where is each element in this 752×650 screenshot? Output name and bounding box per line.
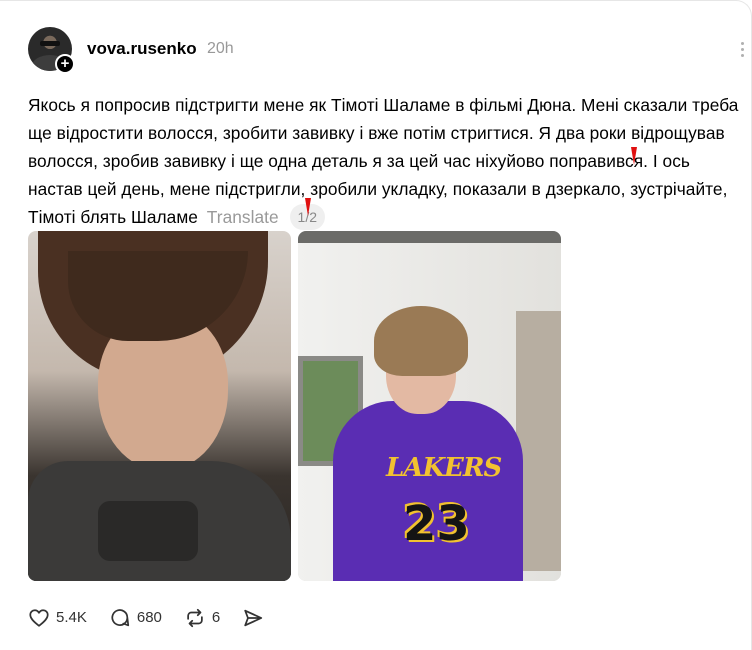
repost-button[interactable]: 6 — [184, 607, 220, 629]
avatar-glasses — [40, 41, 60, 46]
action-bar: 5.4K 680 6 — [28, 605, 292, 631]
more-icon[interactable] — [741, 42, 749, 57]
username[interactable]: vova.rusenko — [87, 39, 197, 59]
repost-icon — [187, 608, 203, 628]
like-button[interactable]: 5.4K — [28, 607, 87, 629]
annotation-mark — [305, 198, 311, 216]
hair — [374, 306, 468, 376]
comment-icon — [111, 609, 129, 627]
share-button[interactable] — [242, 607, 270, 629]
timestamp[interactable]: 20h — [207, 40, 234, 58]
like-count: 5.4K — [56, 609, 87, 626]
share-icon — [244, 609, 263, 627]
sweatshirt-number: 23 — [403, 496, 470, 552]
repost-count: 6 — [211, 609, 221, 626]
post-image-right[interactable]: LAKERS 23 — [298, 231, 561, 581]
heart-icon — [29, 609, 49, 627]
sweatshirt-brand: LAKERS — [386, 453, 502, 483]
reply-count: 680 — [136, 609, 162, 626]
armor-detail — [98, 501, 198, 561]
post-card: + vova.rusenko 20h Якось я попросив підс… — [0, 0, 752, 650]
ceiling — [298, 231, 561, 243]
sweatshirt — [333, 401, 523, 581]
annotation-mark — [631, 147, 637, 165]
translate-link[interactable]: Translate — [207, 207, 279, 227]
reply-button[interactable]: 680 — [109, 607, 162, 629]
post-image-left[interactable] — [28, 231, 291, 581]
plus-icon[interactable]: + — [55, 54, 75, 74]
